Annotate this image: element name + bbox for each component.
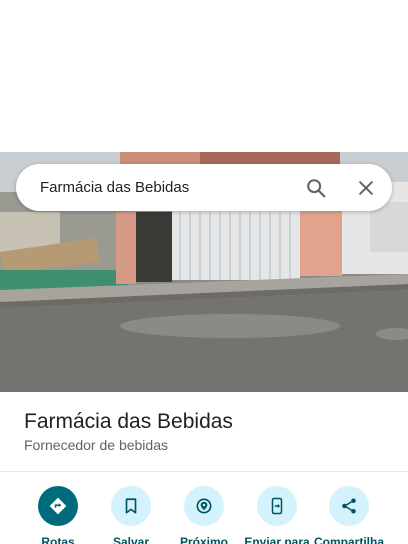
divider <box>0 471 408 472</box>
map-area-blank <box>0 0 408 152</box>
search-button[interactable] <box>298 170 334 206</box>
share-icon <box>342 498 356 514</box>
search-icon <box>307 178 326 197</box>
send-to-phone-label: Enviar para <box>244 535 310 544</box>
place-details-screen: Farmácia das Bebidas Farmácia das Bebida… <box>0 0 408 544</box>
search-input[interactable]: Farmácia das Bebidas <box>40 179 298 196</box>
nearby-label: Próximo <box>179 535 228 544</box>
close-button[interactable] <box>348 170 384 206</box>
directions-circle <box>38 486 78 526</box>
send-to-phone-circle <box>257 486 297 526</box>
save-circle <box>111 486 151 526</box>
nearby-circle <box>184 486 224 526</box>
action-bar: Rotas Salvar Próximo Enviar para Compart… <box>0 486 408 544</box>
save-button[interactable]: Salvar <box>94 486 168 544</box>
directions-icon <box>49 497 67 515</box>
nearby-button[interactable]: Próximo <box>167 486 241 544</box>
share-button[interactable]: Compartilha <box>312 486 386 544</box>
search-bar[interactable]: Farmácia das Bebidas <box>16 164 392 211</box>
directions-button[interactable]: Rotas <box>21 486 95 544</box>
directions-label: Rotas <box>41 535 75 544</box>
nearby-icon <box>196 498 212 514</box>
close-icon <box>359 180 373 195</box>
send-to-phone-button[interactable]: Enviar para <box>240 486 314 544</box>
save-label: Salvar <box>112 535 150 544</box>
share-label: Compartilha <box>313 535 384 544</box>
share-circle <box>329 486 369 526</box>
send-to-phone-icon <box>271 497 283 515</box>
place-category: Fornecedor de bebidas <box>24 437 168 453</box>
place-title: Farmácia das Bebidas <box>24 410 233 433</box>
bookmark-icon <box>125 498 137 514</box>
